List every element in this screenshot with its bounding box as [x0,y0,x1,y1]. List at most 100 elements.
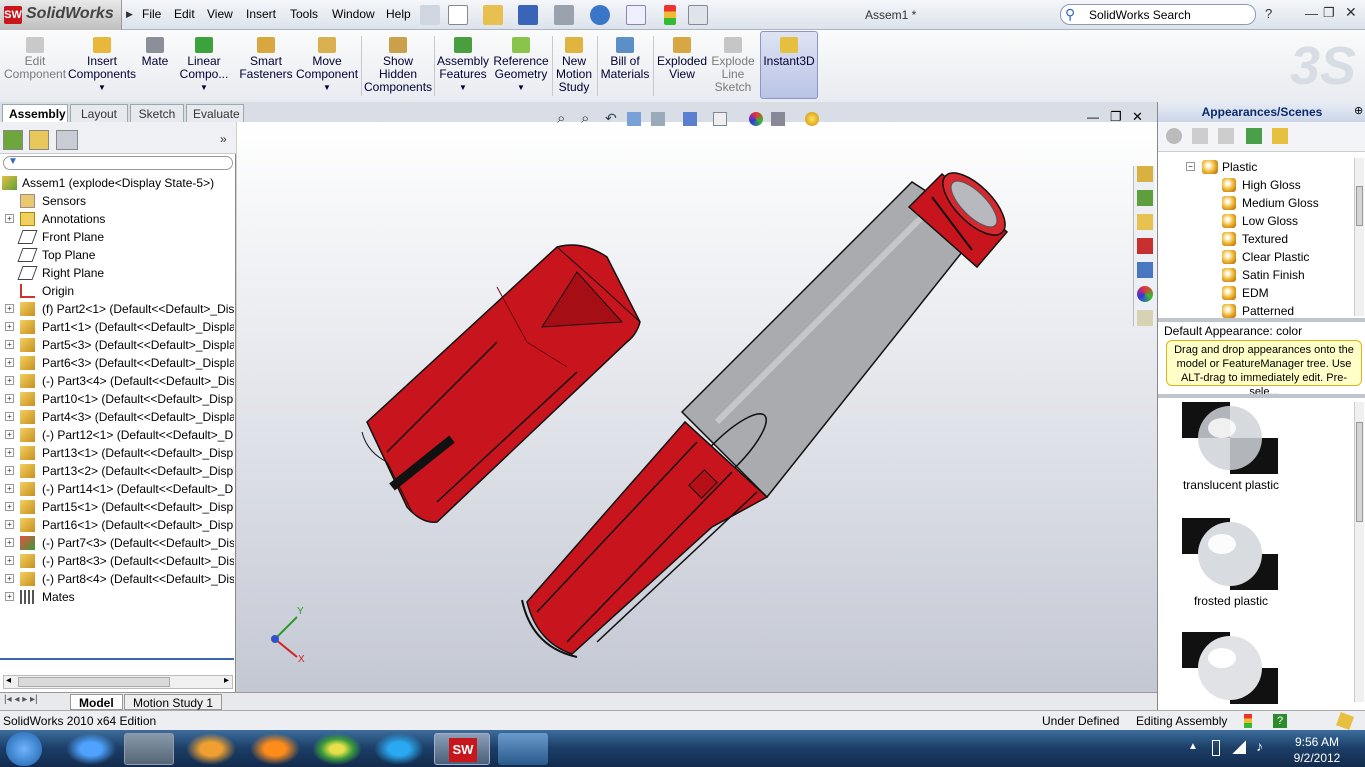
volume-icon[interactable]: ♪ [1256,738,1263,754]
expand-icon[interactable]: + [5,592,14,601]
appearance-item[interactable]: Textured [1158,230,1358,248]
instant3d-button[interactable]: Instant3D [760,33,818,99]
expand-icon[interactable]: + [5,484,14,493]
expand-icon[interactable]: + [5,502,14,511]
tree-item[interactable]: + Part15<1> (Default<<Default>_Displ [0,498,234,516]
scroll-right-icon[interactable]: ▸ [224,675,229,686]
tab-sketch[interactable]: Sketch [130,104,184,122]
tree-item[interactable]: Origin [0,282,234,300]
tree-item[interactable]: + (-) Part8<4> (Default<<Default>_Dis [0,570,234,588]
tab-assembly[interactable]: Assembly [2,104,68,122]
open-folder-icon[interactable] [483,5,503,25]
property-manager-tab-icon[interactable] [29,130,49,150]
tree-item[interactable]: + Part16<1> (Default<<Default>_Displ [0,516,234,534]
collapse-icon[interactable]: − [1186,162,1195,171]
solidworks-taskbar-button[interactable]: SW [434,733,490,765]
panel-splitter[interactable] [1158,318,1365,322]
appearance-item[interactable]: Low Gloss [1158,212,1358,230]
panel-splitter[interactable] [1158,394,1365,398]
search-input[interactable]: ⚲ SolidWorks Search [1060,4,1256,25]
tree-filter-input[interactable]: ▼ [3,156,233,170]
minimize-window-icon[interactable]: — [1305,6,1318,21]
cap-part-model[interactable] [361,244,641,523]
mate-button[interactable]: Mate [138,33,172,99]
expand-icon[interactable]: + [5,340,14,349]
solidworks-logo[interactable]: SW SolidWorks [0,0,122,30]
tree-item[interactable]: Top Plane [0,246,234,264]
tree-item[interactable]: Sensors [0,192,234,210]
undo-icon[interactable] [590,5,610,25]
appearance-item[interactable]: Satin Finish [1158,266,1358,284]
folder-icon[interactable] [1192,128,1208,144]
up-folder-icon[interactable] [1272,128,1288,144]
tree-item[interactable]: + (-) Part14<1> (Default<<Default>_D [0,480,234,498]
graphics-area[interactable]: ⌕ ⌕ ↶ — ❐ ✕ Y X [237,109,1157,692]
tree-item[interactable]: + (-) Part3<4> (Default<<Default>_Dis [0,372,234,390]
battery-icon[interactable] [1212,740,1220,756]
options-icon[interactable] [688,5,708,25]
design-library-icon[interactable] [1137,190,1153,206]
tree-item[interactable]: + Annotations [0,210,234,228]
expand-icon[interactable]: + [5,214,14,223]
internet-explorer-icon[interactable] [66,733,116,765]
menu-help[interactable]: Help [386,7,411,21]
scroll-left-icon[interactable]: ◂ [6,675,11,686]
print-icon[interactable] [554,5,574,25]
swatch-translucent-plastic[interactable] [1182,402,1278,474]
tree-item[interactable]: + Part13<1> (Default<<Default>_Displ [0,444,234,462]
back-icon[interactable] [1166,128,1182,144]
insert-components-button[interactable]: Insert Components ▼ [68,33,136,99]
menu-file[interactable]: File [142,7,161,21]
restore-window-icon[interactable]: ❐ [1323,5,1335,21]
appearance-item[interactable]: Medium Gloss [1158,194,1358,212]
appearance-item[interactable]: EDM [1158,284,1358,302]
tree-item[interactable]: + (f) Part2<1> (Default<<Default>_Dis [0,300,234,318]
expand-icon[interactable]: + [5,394,14,403]
tree-item[interactable]: + Part4<3> (Default<<Default>_Displa [0,408,234,426]
list-scrollbar[interactable] [1354,158,1364,316]
photo-viewer-icon[interactable] [498,733,548,765]
expand-icon[interactable]: + [5,574,14,583]
tab-model[interactable]: Model [70,694,123,710]
expand-icon[interactable]: + [5,520,14,529]
tree-horizontal-scrollbar[interactable]: ◂ ▸ [3,675,233,689]
tab-motion-study-1[interactable]: Motion Study 1 [124,694,223,710]
swatch-frosted-plastic[interactable] [1182,518,1278,590]
rebuild-icon[interactable] [664,5,676,25]
expand-icon[interactable]: + [5,376,14,385]
explode-line-sketch-button[interactable]: Explode Line Sketch [710,33,756,99]
select-cursor-icon[interactable] [626,5,646,25]
search-tab-icon[interactable] [1137,238,1153,254]
scrollbar-thumb[interactable] [18,677,170,687]
menu-view[interactable]: View [207,7,233,21]
nav-first-icon[interactable]: |◂ ◂ ▸ ▸| [4,694,38,705]
expand-icon[interactable]: + [5,538,14,547]
expand-icon[interactable]: + [5,304,14,313]
menu-tools[interactable]: Tools [290,7,318,21]
tree-item[interactable]: + (-) Part7<3> (Default<<Default>_Dis [0,534,234,552]
exploded-view-button[interactable]: Exploded View [656,33,708,99]
tree-item[interactable]: + Part1<1> (Default<<Default>_Displa [0,318,234,336]
model-canvas[interactable]: Y X [237,122,1157,692]
start-button-icon[interactable] [6,732,42,766]
firefox-icon[interactable] [250,733,300,765]
tab-layout[interactable]: Layout [70,104,128,122]
tree-item[interactable]: + Part10<1> (Default<<Default>_Displ [0,390,234,408]
appearance-item[interactable]: Patterned [1158,302,1358,318]
appearance-item[interactable]: High Gloss [1158,176,1358,194]
forward-icon[interactable] [1218,128,1234,144]
appearances-tab-icon[interactable] [1137,286,1153,302]
new-motion-study-button[interactable]: New Motion Study [554,33,594,99]
refresh-icon[interactable] [1246,128,1262,144]
chrome-icon[interactable] [312,733,362,765]
scrollbar-thumb[interactable] [1356,422,1363,522]
bill-of-materials-button[interactable]: Bill of Materials [600,33,650,99]
smart-fasteners-button[interactable]: Smart Fasteners [238,33,294,99]
expand-icon[interactable]: + [5,556,14,565]
tag-icon[interactable] [1336,712,1354,730]
pin-menu-icon[interactable] [420,5,440,25]
tree-item[interactable]: + Part5<3> (Default<<Default>_Displa [0,336,234,354]
expand-icon[interactable]: + [5,430,14,439]
tree-item[interactable]: Right Plane [0,264,234,282]
custom-properties-icon[interactable] [1137,310,1153,326]
